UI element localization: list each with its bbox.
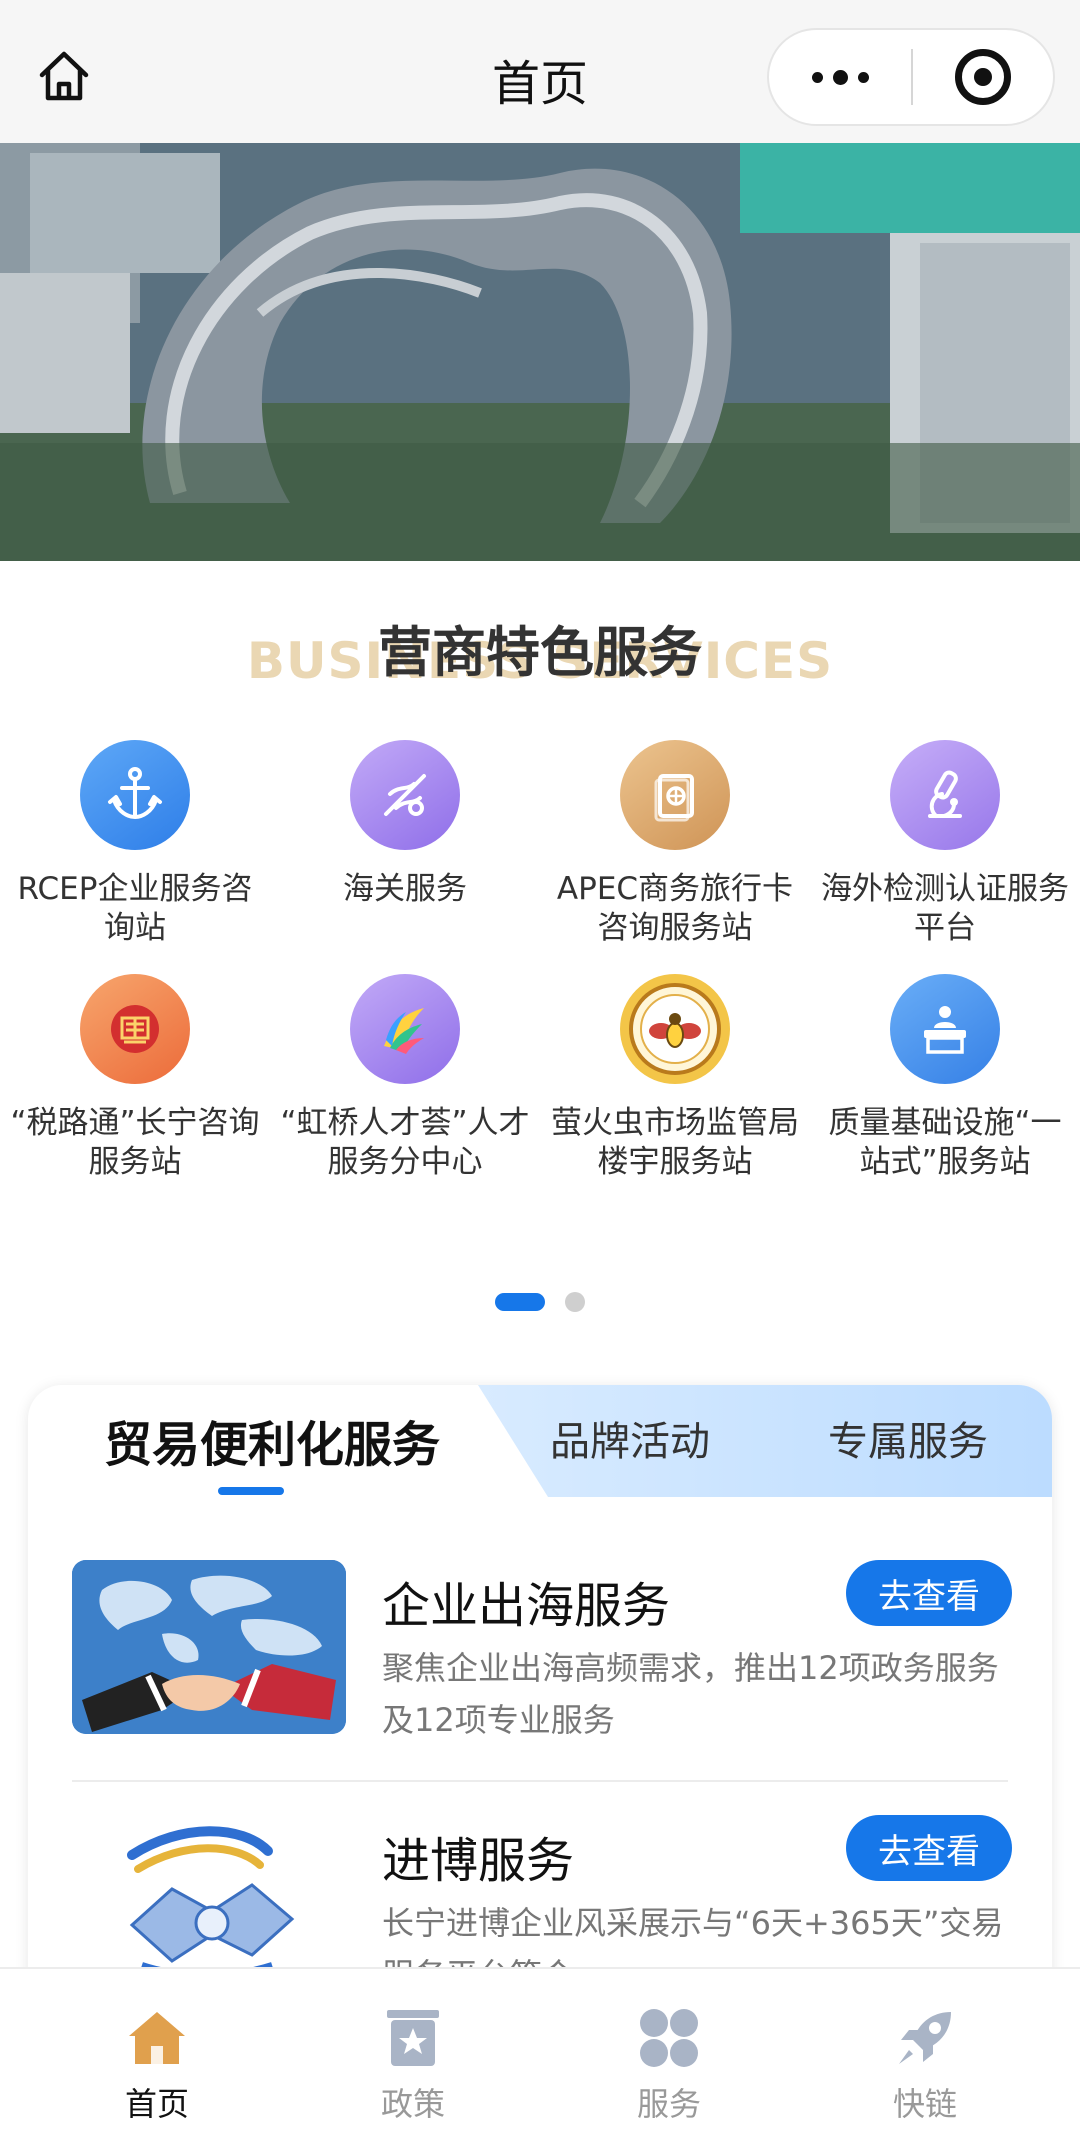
- view-button[interactable]: 去查看: [846, 1815, 1012, 1881]
- pager-dot[interactable]: [565, 1292, 585, 1312]
- service-firefly[interactable]: 萤火虫市场监管局楼宇服务站: [540, 974, 810, 1182]
- service-talent[interactable]: “虹桥人才荟”人才服务分中心: [270, 974, 540, 1182]
- card-icon: [620, 740, 730, 850]
- list-item[interactable]: 企业出海服务 聚焦企业出海高频需求，推出12项政务服务及12项专业服务 去查看: [72, 1560, 1012, 1740]
- carousel-pager: [0, 1292, 1080, 1312]
- service-tax[interactable]: “税路通”长宁咨询服务站: [0, 974, 270, 1182]
- service-label: 质量基础设施“一站式”服务站: [828, 1105, 1062, 1180]
- service-overseas-testing[interactable]: 海外检测认证服务平台: [810, 740, 1080, 948]
- microscope-icon: [890, 740, 1000, 850]
- service-quality-infrastructure[interactable]: 质量基础设施“一站式”服务站: [810, 974, 1080, 1182]
- home-icon: [124, 2005, 190, 2071]
- item-title: 企业出海服务: [382, 1578, 671, 1634]
- item-description: 聚焦企业出海高频需求，推出12项政务服务及12项专业服务: [382, 1649, 999, 1739]
- nav-label: 首页: [124, 2085, 189, 2123]
- dot-icon: [832, 69, 848, 85]
- service-label: 海关服务: [343, 871, 467, 907]
- service-label: 萤火虫市场监管局楼宇服务站: [551, 1105, 799, 1180]
- policy-icon: [380, 2005, 446, 2071]
- nav-label: 服务: [636, 2085, 701, 2123]
- service-label: “税路通”长宁咨询服务站: [10, 1105, 260, 1180]
- tab-exclusive-services[interactable]: 专属服务: [828, 1409, 988, 1467]
- dot-icon: [857, 71, 869, 83]
- tab-brand-activities[interactable]: 品牌活动: [550, 1409, 710, 1467]
- service-label: RCEP企业服务咨询站: [17, 871, 253, 946]
- nav-policy[interactable]: 政策: [343, 2005, 483, 2125]
- more-menu-button[interactable]: [769, 30, 911, 124]
- dot-icon: [811, 71, 823, 83]
- bottom-nav: 首页 政策 服务 快链: [0, 1967, 1080, 2151]
- mini-program-capsule: [767, 28, 1055, 126]
- nav-label: 政策: [380, 2085, 445, 2123]
- pager-dot-active[interactable]: [495, 1293, 545, 1311]
- handshake-world-map: [72, 1560, 346, 1734]
- service-label: 海外检测认证服务平台: [821, 871, 1069, 946]
- close-mini-program-button[interactable]: [913, 49, 1053, 105]
- firefly-badge-icon: [620, 974, 730, 1084]
- anchor-icon: [80, 740, 190, 850]
- service-desk-icon: [890, 974, 1000, 1084]
- item-title: 进博服务: [382, 1833, 575, 1889]
- tab-indicator: [218, 1487, 284, 1495]
- nav-home[interactable]: 首页: [87, 2005, 227, 2125]
- nav-services[interactable]: 服务: [599, 2005, 739, 2125]
- divider: [72, 1780, 1008, 1782]
- nav-label: 快链: [892, 2085, 957, 2123]
- service-rcep[interactable]: RCEP企业服务咨询站: [0, 740, 270, 948]
- service-customs[interactable]: 海关服务: [270, 740, 540, 909]
- target-icon: [955, 49, 1011, 105]
- talent-logo-icon: [350, 974, 460, 1084]
- customs-emblem-icon: [350, 740, 460, 850]
- tab-trade-facilitation[interactable]: 贸易便利化服务: [104, 1405, 440, 1475]
- section-title: 营商特色服务: [378, 621, 702, 684]
- nav-quick-links[interactable]: 快链: [855, 2005, 995, 2125]
- grid-icon: [636, 2005, 702, 2071]
- view-button[interactable]: 去查看: [846, 1560, 1012, 1626]
- top-bar: 首页: [0, 0, 1080, 143]
- banner-image[interactable]: [0, 143, 1080, 561]
- tax-emblem-icon: [80, 974, 190, 1084]
- expo-center-illustration: [72, 1815, 346, 1989]
- rocket-icon: [892, 2005, 958, 2071]
- service-label: APEC商务旅行卡咨询服务站: [556, 871, 794, 946]
- service-apec[interactable]: APEC商务旅行卡咨询服务站: [540, 740, 810, 948]
- service-label: “虹桥人才荟”人才服务分中心: [280, 1105, 530, 1180]
